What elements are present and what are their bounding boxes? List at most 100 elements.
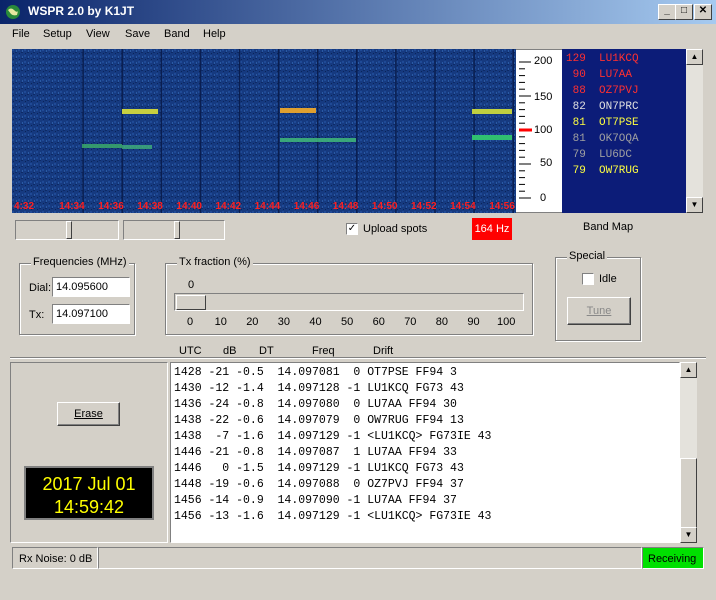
close-button[interactable]: ✕ bbox=[694, 4, 712, 20]
waterfall-time-label: 14:52 bbox=[411, 201, 437, 212]
signal-trace bbox=[472, 109, 512, 114]
minimize-button[interactable]: _ bbox=[658, 4, 676, 20]
waterfall-time-label: 14:42 bbox=[216, 201, 242, 212]
app-globe-icon bbox=[6, 5, 20, 19]
status-spacer bbox=[98, 547, 642, 569]
dial-label: Dial: bbox=[29, 282, 52, 294]
tx-fraction-tick: 40 bbox=[309, 316, 322, 328]
decode-row: 1446 -21 -0.8 14.097087 1 LU7AA FF94 33 bbox=[174, 446, 457, 459]
clock-time: 14:59:42 bbox=[53, 497, 125, 517]
tx-fraction-tick: 10 bbox=[214, 316, 227, 328]
band-map-entry: 81 OT7PSE bbox=[566, 117, 639, 129]
window-title: WSPR 2.0 by K1JT bbox=[28, 4, 135, 18]
title-bar[interactable]: WSPR 2.0 by K1JT _ □ ✕ bbox=[0, 0, 716, 24]
tx-label: Tx: bbox=[29, 309, 45, 321]
signal-trace bbox=[82, 144, 122, 148]
scale-label: 0 bbox=[540, 192, 547, 204]
band-map-entry: 129 LU1KCQ bbox=[566, 53, 639, 65]
decode-row: 1448 -19 -0.6 14.097088 0 OZ7PVJ FF94 37 bbox=[174, 478, 464, 491]
band-map-scrollbar[interactable]: ▲ ▼ bbox=[686, 49, 703, 213]
tx-frequency-input[interactable] bbox=[52, 304, 130, 324]
tx-fraction-slider-thumb[interactable] bbox=[176, 295, 206, 310]
waterfall-time-label: 14:48 bbox=[333, 201, 359, 212]
signal-trace bbox=[280, 138, 356, 142]
decode-row: 1446 0 -1.5 14.097129 -1 LU1KCQ FG73 43 bbox=[174, 462, 464, 475]
waterfall-time-label: 14:46 bbox=[294, 201, 320, 212]
signal-trace bbox=[472, 135, 512, 140]
waterfall-time-label: 14:38 bbox=[137, 201, 163, 212]
frequencies-group bbox=[19, 263, 135, 335]
band-map-entry: 79 LU6DC bbox=[566, 149, 633, 161]
tx-fraction-tick: 90 bbox=[467, 316, 480, 328]
tx-fraction-slider[interactable] bbox=[174, 293, 524, 311]
tx-fraction-value: 0 bbox=[188, 279, 195, 291]
decode-row: 1428 -21 -0.5 14.097081 0 OT7PSE FF94 3 bbox=[174, 366, 457, 379]
scale-label: 150 bbox=[534, 91, 553, 103]
tx-fraction-legend: Tx fraction (%) bbox=[177, 256, 253, 268]
contrast-slider-thumb[interactable] bbox=[174, 221, 180, 239]
tx-fraction-tick: 50 bbox=[341, 316, 354, 328]
band-map-entry: 81 OK7OQA bbox=[566, 133, 639, 145]
waterfall-time-label: 14:56 bbox=[489, 201, 515, 212]
upload-spots-checkbox[interactable]: ✓ bbox=[346, 223, 358, 235]
header-db: dB bbox=[223, 345, 237, 357]
menu-save[interactable]: Save bbox=[125, 28, 150, 40]
decode-row: 1456 -13 -1.6 14.097129 -1 <LU1KCQ> FG73… bbox=[174, 510, 492, 523]
tx-fraction-tick: 30 bbox=[277, 316, 291, 328]
menu-view[interactable]: View bbox=[86, 28, 110, 40]
status-bar: Rx Noise: 0 dB Receiving bbox=[0, 546, 716, 570]
dial-frequency-input[interactable] bbox=[52, 277, 130, 297]
tune-button[interactable]: Tune bbox=[567, 297, 631, 325]
menu-band[interactable]: Band bbox=[164, 28, 190, 40]
header-freq: Freq bbox=[312, 345, 335, 357]
scroll-down-icon[interactable]: ▼ bbox=[680, 527, 697, 543]
waterfall-time-label: 14:44 bbox=[255, 201, 281, 212]
band-map-list[interactable]: 129 LU1KCQ 90 LU7AA 88 OZ7PVJ 82 ON7PRC … bbox=[562, 49, 686, 213]
waterfall-display[interactable]: 4:32 14:34 14:36 14:38 14:40 14:42 14:44 14:46 1… bbox=[12, 49, 516, 213]
contrast-slider[interactable] bbox=[123, 220, 225, 240]
brightness-slider[interactable] bbox=[15, 220, 119, 240]
band-map-entry: 79 OW7RUG bbox=[566, 165, 639, 177]
tx-fraction-tick: 20 bbox=[246, 316, 259, 328]
receiving-status: Receiving bbox=[642, 547, 704, 569]
scale-label: 100 bbox=[534, 124, 553, 136]
decode-scrollbar[interactable]: ▲ ▼ bbox=[680, 362, 697, 543]
signal-trace bbox=[280, 108, 316, 113]
decode-scroll-thumb[interactable] bbox=[680, 458, 697, 528]
scroll-down-icon[interactable]: ▼ bbox=[686, 197, 703, 213]
decode-list[interactable]: 1428 -21 -0.5 14.097081 0 OT7PSE FF94 3 1… bbox=[170, 362, 680, 543]
scroll-up-icon[interactable]: ▲ bbox=[680, 362, 697, 378]
menu-file[interactable]: File bbox=[12, 28, 30, 40]
maximize-button[interactable]: □ bbox=[675, 4, 693, 20]
scroll-up-icon[interactable]: ▲ bbox=[686, 49, 703, 65]
band-map-entry: 90 LU7AA bbox=[566, 69, 633, 81]
band-map-entry: 88 OZ7PVJ bbox=[566, 85, 639, 97]
brightness-slider-thumb[interactable] bbox=[66, 221, 72, 239]
tx-fraction-tick: 80 bbox=[435, 316, 449, 328]
waterfall-canvas: 4:32 14:34 14:36 14:38 14:40 14:42 14:44 14:46 1… bbox=[12, 49, 516, 213]
waterfall-time-label: 4:32 bbox=[14, 201, 34, 212]
idle-checkbox[interactable] bbox=[582, 273, 594, 285]
rx-noise-status: Rx Noise: 0 dB bbox=[12, 547, 98, 569]
waterfall-time-label: 14:40 bbox=[176, 201, 202, 212]
erase-button[interactable]: Erase bbox=[57, 402, 120, 426]
special-legend: Special bbox=[567, 250, 608, 262]
band-map-entry: 82 ON7PRC bbox=[566, 101, 639, 113]
menu-help[interactable]: Help bbox=[203, 28, 226, 40]
waterfall-time-label: 14:36 bbox=[98, 201, 124, 212]
waterfall-time-label: 14:34 bbox=[59, 201, 85, 212]
decode-row: 1430 -12 -1.4 14.097128 -1 LU1KCQ FG73 4… bbox=[174, 382, 464, 395]
decode-row: 1438 -7 -1.6 14.097129 -1 <LU1KCQ> FG73I… bbox=[174, 430, 492, 443]
signal-trace bbox=[122, 145, 152, 149]
header-dt: DT bbox=[259, 345, 274, 357]
upload-spots-label: Upload spots bbox=[363, 223, 428, 235]
menu-setup[interactable]: Setup bbox=[43, 28, 72, 40]
header-drift: Drift bbox=[373, 345, 394, 357]
tx-fraction-tick: 70 bbox=[404, 316, 417, 328]
tx-fraction-tick: 60 bbox=[372, 316, 385, 328]
tx-offset-badge: 164 Hz bbox=[472, 218, 512, 240]
frequencies-legend: Frequencies (MHz) bbox=[31, 256, 129, 268]
decode-row: 1436 -24 -0.8 14.097080 0 LU7AA FF94 30 bbox=[174, 398, 457, 411]
waterfall-time-label: 14:50 bbox=[372, 201, 398, 212]
scale-label: 50 bbox=[540, 157, 553, 169]
